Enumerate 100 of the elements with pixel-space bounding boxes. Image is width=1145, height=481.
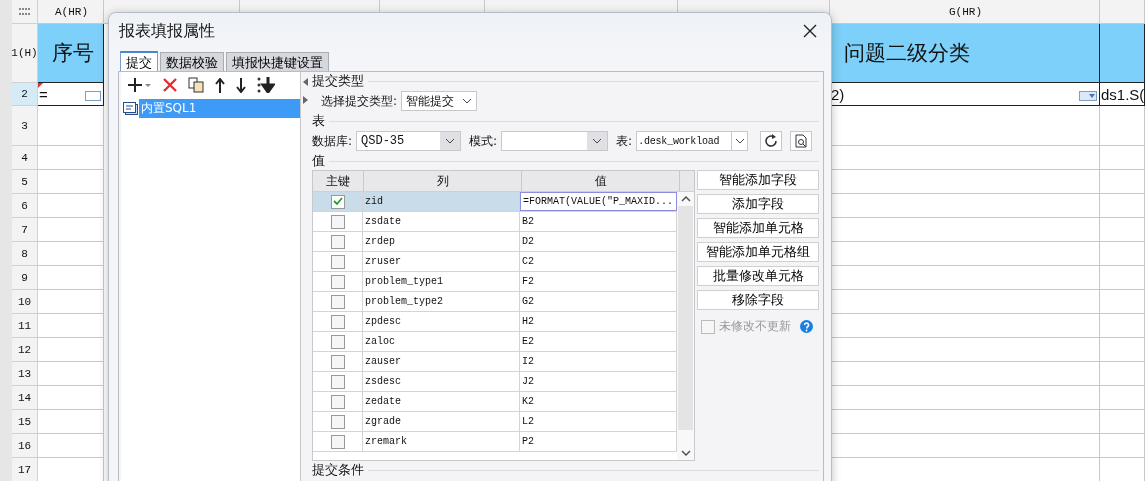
- sheet-cell[interactable]: [38, 314, 104, 338]
- row-header[interactable]: 3: [12, 106, 38, 146]
- checkbox[interactable]: [330, 294, 345, 309]
- row-header[interactable]: 6: [12, 194, 38, 218]
- checkbox[interactable]: [330, 234, 345, 249]
- action-button[interactable]: 智能添加单元格组: [697, 242, 819, 262]
- table-cell: E2: [522, 336, 534, 347]
- sheet-cell[interactable]: [1100, 290, 1145, 314]
- sheet-cell[interactable]: [1100, 410, 1145, 434]
- action-button[interactable]: 批量修改单元格: [697, 266, 819, 286]
- action-button[interactable]: 移除字段: [697, 290, 819, 310]
- row-header[interactable]: 15: [12, 410, 38, 434]
- sheet-cell[interactable]: [38, 242, 104, 266]
- refresh-button[interactable]: [760, 131, 783, 151]
- row-header[interactable]: 11: [12, 314, 38, 338]
- checkbox[interactable]: [330, 314, 345, 329]
- sheet-cell[interactable]: [1100, 362, 1145, 386]
- sheet-cell[interactable]: [38, 194, 104, 218]
- submit-type-dropdown[interactable]: 智能提交: [401, 91, 478, 111]
- checkbox[interactable]: [330, 254, 345, 269]
- close-icon[interactable]: [803, 24, 817, 38]
- delete-icon[interactable]: [163, 78, 177, 92]
- refresh-icon: [764, 134, 779, 148]
- row-header[interactable]: 2: [12, 83, 38, 106]
- table-cell: G2: [522, 296, 534, 307]
- sheet-cell[interactable]: ds1.S(: [1100, 83, 1145, 106]
- sheet-cell[interactable]: [1100, 106, 1145, 146]
- table-dropdown[interactable]: .desk_workload: [636, 131, 749, 151]
- tab[interactable]: 数据校验: [160, 52, 224, 72]
- grid-icon[interactable]: [18, 7, 31, 16]
- checkbox[interactable]: [330, 354, 345, 369]
- header-cell[interactable]: [1100, 24, 1145, 83]
- row-header[interactable]: 12: [12, 338, 38, 362]
- triangle-left-icon[interactable]: [303, 78, 308, 86]
- checkbox[interactable]: [330, 214, 345, 229]
- checkbox[interactable]: [330, 274, 345, 289]
- sheet-cell[interactable]: [38, 170, 104, 194]
- sheet-cell[interactable]: [38, 362, 104, 386]
- checkbox[interactable]: [330, 194, 345, 209]
- move-bottom-icon[interactable]: [257, 77, 275, 93]
- action-button[interactable]: 添加字段: [697, 194, 819, 214]
- column-header[interactable]: 列: [364, 171, 522, 191]
- sheet-cell[interactable]: [1100, 218, 1145, 242]
- row-header[interactable]: 4: [12, 146, 38, 170]
- sheet-cell[interactable]: [38, 386, 104, 410]
- sheet-cell[interactable]: [1100, 146, 1145, 170]
- row-header[interactable]: 17: [12, 458, 38, 481]
- scrollbar[interactable]: [677, 192, 694, 460]
- sheet-cell[interactable]: [1100, 434, 1145, 458]
- row-header[interactable]: 16: [12, 434, 38, 458]
- help-icon[interactable]: [800, 320, 813, 333]
- checkbox[interactable]: [330, 394, 345, 409]
- row-header[interactable]: 1(H): [12, 24, 38, 83]
- copy-icon[interactable]: [188, 77, 204, 93]
- sheet-cell[interactable]: [1100, 338, 1145, 362]
- schema-dropdown[interactable]: [501, 131, 609, 151]
- row-header[interactable]: 9: [12, 266, 38, 290]
- sheet-cell[interactable]: [1100, 314, 1145, 338]
- column-header[interactable]: [1100, 0, 1145, 24]
- row-header[interactable]: 14: [12, 386, 38, 410]
- sheet-cell[interactable]: [38, 410, 104, 434]
- sheet-cell[interactable]: [1100, 242, 1145, 266]
- triangle-right-icon[interactable]: [303, 96, 308, 104]
- sheet-cell[interactable]: [1100, 386, 1145, 410]
- sheet-cell[interactable]: [1100, 194, 1145, 218]
- checkbox[interactable]: [330, 334, 345, 349]
- sheet-cell[interactable]: [38, 218, 104, 242]
- sheet-cell[interactable]: [1100, 170, 1145, 194]
- checkbox[interactable]: [330, 434, 345, 449]
- arrow-down-icon[interactable]: [236, 77, 246, 93]
- column-header[interactable]: 值: [522, 171, 680, 191]
- row-header[interactable]: 7: [12, 218, 38, 242]
- sheet-cell[interactable]: [38, 434, 104, 458]
- arrow-up-icon[interactable]: [215, 77, 225, 93]
- sheet-cell[interactable]: [1100, 266, 1145, 290]
- sheet-cell[interactable]: [38, 146, 104, 170]
- sheet-cell[interactable]: [38, 106, 104, 146]
- sheet-cell[interactable]: [38, 266, 104, 290]
- preview-button[interactable]: [790, 131, 813, 151]
- checkbox[interactable]: [330, 374, 345, 389]
- row-header[interactable]: 5: [12, 170, 38, 194]
- tab[interactable]: 提交: [120, 51, 158, 72]
- header-cell[interactable]: 问题二级分类: [830, 24, 1100, 83]
- row-header[interactable]: 8: [12, 242, 38, 266]
- row-header[interactable]: 13: [12, 362, 38, 386]
- tab[interactable]: 填报快捷键设置: [226, 52, 329, 72]
- header-cell[interactable]: 序号: [38, 24, 104, 83]
- sheet-cell[interactable]: [38, 290, 104, 314]
- row-header[interactable]: 10: [12, 290, 38, 314]
- add-icon[interactable]: [128, 77, 152, 93]
- sheet-cell[interactable]: =: [38, 83, 104, 106]
- sheet-cell[interactable]: [38, 338, 104, 362]
- column-header[interactable]: A(HR): [38, 0, 104, 24]
- column-header[interactable]: G(HR): [830, 0, 1100, 24]
- action-button[interactable]: 智能添加字段: [697, 170, 819, 190]
- action-button[interactable]: 智能添加单元格: [697, 218, 819, 238]
- database-dropdown[interactable]: QSD-35: [356, 131, 462, 151]
- column-header[interactable]: 主键: [313, 171, 364, 191]
- checkbox[interactable]: [330, 414, 345, 429]
- chevron-down-icon: [680, 450, 691, 456]
